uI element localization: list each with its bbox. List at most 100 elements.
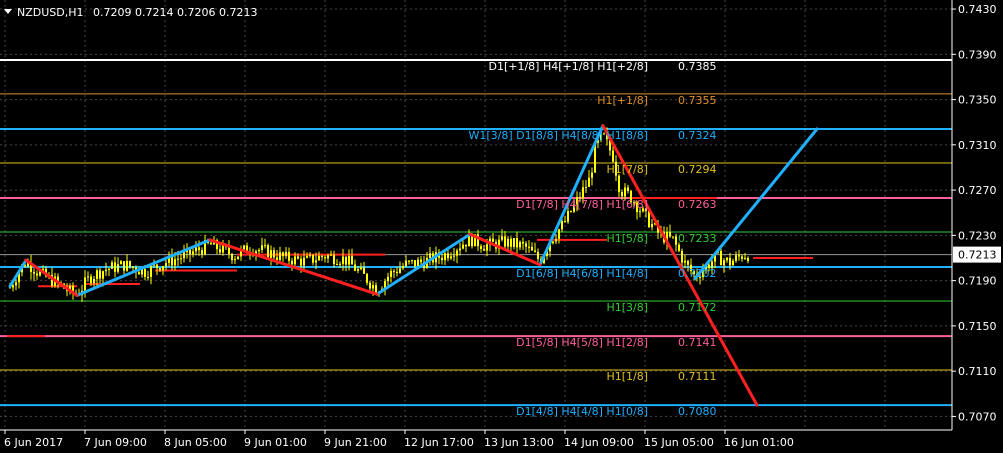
candle-body	[342, 256, 344, 264]
candle-body	[120, 261, 122, 265]
candle-body	[402, 266, 404, 269]
candle-body	[147, 276, 149, 278]
murray-level-label: D1[4/8] H4[4/8] H1[0/8]	[516, 405, 648, 418]
murray-level-value: 0.7141	[678, 336, 717, 349]
candle-body	[732, 260, 734, 266]
candle-body	[570, 211, 572, 213]
candle-body	[675, 236, 677, 245]
candle-body	[561, 221, 563, 230]
murray-level-label: D1[7/8] H4[7/8] H1[6/8]	[516, 198, 648, 211]
y-tick-label: 0.7430	[958, 3, 997, 16]
candle-body	[243, 245, 245, 250]
candle-body	[117, 264, 119, 272]
ohlc-values: 0.7209 0.7214 0.7206 0.7213	[93, 6, 257, 19]
y-tick-label: 0.7070	[958, 410, 997, 423]
candle-body	[504, 236, 506, 247]
candle-body	[183, 252, 185, 259]
candle-body	[417, 259, 419, 267]
murray-level-label: H1[+1/8]	[597, 94, 648, 107]
murray-level-value: 0.7324	[678, 129, 717, 142]
murray-level-value: 0.7172	[678, 301, 717, 314]
murray-level-label: D1[5/8] H4[5/8] H1[2/8]	[516, 336, 648, 349]
candle-body	[723, 260, 725, 266]
candle-body	[534, 250, 536, 252]
candle-body	[735, 255, 737, 261]
candle-body	[354, 264, 356, 271]
candle-body	[591, 172, 593, 178]
candle-body	[309, 254, 311, 256]
candle-body	[195, 247, 197, 252]
candle-body	[411, 260, 413, 262]
candle-body	[270, 250, 272, 258]
candle-body	[462, 244, 464, 249]
candle-body	[501, 236, 503, 240]
candle-body	[507, 238, 509, 247]
candle-body	[267, 245, 269, 258]
x-tick-label: 15 Jun 05:00	[644, 436, 714, 449]
candle-body	[456, 250, 458, 256]
candle-body	[234, 259, 236, 261]
candle-body	[111, 262, 113, 269]
murray-level-label: D1[+1/8] H4[+1/8] H1[+2/8]	[488, 60, 648, 73]
candle-body	[276, 257, 278, 260]
candle-body	[627, 187, 629, 192]
candle-body	[519, 242, 521, 248]
candle-body	[618, 175, 620, 193]
current-price-label: 0.7213	[958, 249, 997, 262]
murray-level-value: 0.7111	[678, 370, 717, 383]
candle-body	[339, 263, 341, 265]
candle-body	[684, 260, 686, 263]
candle-body	[126, 260, 128, 271]
candle-body	[651, 224, 653, 228]
candle-body	[150, 265, 152, 277]
candle-body	[453, 255, 455, 257]
candle-body	[222, 244, 224, 253]
x-tick-label: 14 Jun 09:00	[564, 436, 634, 449]
candle-body	[138, 272, 140, 275]
x-tick-label: 13 Jun 13:00	[484, 436, 554, 449]
candle-body	[513, 238, 515, 247]
candle-body	[99, 270, 101, 279]
candle-body	[639, 211, 641, 213]
candle-body	[123, 261, 125, 271]
candle-body	[528, 246, 530, 248]
candle-body	[132, 266, 134, 268]
candle-body	[564, 221, 566, 223]
x-tick-label: 12 Jun 17:00	[404, 436, 474, 449]
candle-body	[408, 260, 410, 262]
candle-body	[282, 252, 284, 257]
candle-body	[285, 251, 287, 257]
candle-body	[174, 259, 176, 266]
x-tick-label: 8 Jun 05:00	[164, 436, 227, 449]
candle-body	[108, 268, 110, 270]
candle-body	[465, 244, 467, 247]
candle-body	[297, 256, 299, 259]
candle-body	[372, 285, 374, 289]
murray-level-label: D1[6/8] H4[6/8] H1[4/8]	[516, 267, 648, 280]
candle-body	[363, 267, 365, 274]
murray-level-value: 0.7202	[678, 267, 717, 280]
y-tick-label: 0.7270	[958, 184, 997, 197]
candle-body	[552, 241, 554, 244]
candle-body	[405, 260, 407, 267]
candle-body	[96, 270, 98, 279]
candle-body	[336, 264, 338, 266]
candle-body	[531, 246, 533, 251]
candle-body	[102, 271, 104, 279]
candle-body	[459, 248, 461, 251]
candle-body	[537, 251, 539, 259]
candle-body	[366, 273, 368, 283]
y-tick-label: 0.7230	[958, 229, 997, 242]
candle-body	[315, 260, 317, 263]
candle-body	[348, 256, 350, 265]
candle-body	[258, 249, 260, 252]
candle-body	[555, 238, 557, 242]
candle-body	[264, 245, 266, 247]
murray-level-value: 0.7080	[678, 405, 717, 418]
candle-body	[291, 260, 293, 265]
y-tick-label: 0.7390	[958, 48, 997, 61]
candle-body	[84, 277, 86, 291]
nzdusd-h1-chart[interactable]: D1[+1/8] H4[+1/8] H1[+2/8] 0.7385 H1[+1/8]…	[0, 0, 1003, 453]
candle-body	[393, 270, 395, 272]
candle-body	[588, 177, 590, 187]
